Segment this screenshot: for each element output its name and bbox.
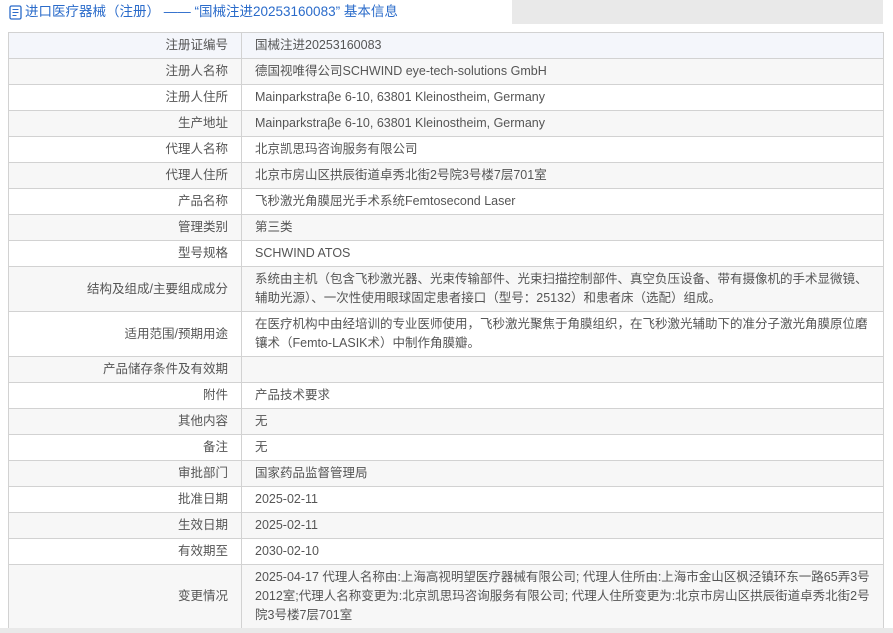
table-row: 其他内容无 <box>9 409 884 435</box>
row-value: 国家药品监督管理局 <box>242 461 884 487</box>
info-table: 注册证编号国械注进20253160083注册人名称德国视唯得公司SCHWIND … <box>8 32 884 633</box>
row-value: 在医疗机构中由经培训的专业医师使用，飞秒激光聚焦于角膜组织，在飞秒激光辅助下的准… <box>242 312 884 357</box>
table-row: 适用范围/预期用途在医疗机构中由经培训的专业医师使用，飞秒激光聚焦于角膜组织，在… <box>9 312 884 357</box>
row-value: 德国视唯得公司SCHWIND eye-tech-solutions GmbH <box>242 59 884 85</box>
row-label: 有效期至 <box>9 539 242 565</box>
row-label-text: 适用范围/预期用途 <box>125 327 228 341</box>
table-row: 代理人名称北京凯思玛咨询服务有限公司 <box>9 137 884 163</box>
row-label-text: 附件 <box>203 388 228 402</box>
row-label: 代理人名称 <box>9 137 242 163</box>
row-label: 产品储存条件及有效期 <box>9 357 242 383</box>
row-label-text: 代理人名称 <box>165 142 228 156</box>
top-right-background <box>512 0 883 24</box>
table-row: 附件产品技术要求 <box>9 383 884 409</box>
row-value: 无 <box>242 435 884 461</box>
table-row: 变更情况 2025-04-17 代理人名称由:上海高视明望医疗器械有限公司; 代理… <box>9 565 884 629</box>
row-label: 代理人住所 <box>9 163 242 189</box>
row-label: 备注 <box>9 435 242 461</box>
row-label-text: 注册证编号 <box>165 38 228 52</box>
table-row: 产品名称飞秒激光角膜屈光手术系统Femtosecond Laser <box>9 189 884 215</box>
row-label-text: 批准日期 <box>178 492 228 506</box>
row-value: 无 <box>242 409 884 435</box>
row-label: 注册人住所 <box>9 85 242 111</box>
page-title-text: 进口医疗器械（注册） —— “国械注进20253160083” 基本信息 <box>25 3 398 21</box>
row-label: 生产地址 <box>9 111 242 137</box>
row-value: 国械注进20253160083 <box>242 33 884 59</box>
bottom-edge <box>0 628 893 633</box>
row-label-text: 结构及组成/主要组成成分 <box>87 282 228 296</box>
row-label-text: 审批部门 <box>178 466 228 480</box>
row-label: 适用范围/预期用途 <box>9 312 242 357</box>
document-icon <box>9 5 22 20</box>
table-row: 注册证编号国械注进20253160083 <box>9 33 884 59</box>
row-label: 生效日期 <box>9 513 242 539</box>
row-value: SCHWIND ATOS <box>242 241 884 267</box>
row-label: 结构及组成/主要组成成分 <box>9 267 242 312</box>
table-row: 结构及组成/主要组成成分系统由主机（包含飞秒激光器、光束传输部件、光束扫描控制部… <box>9 267 884 312</box>
table-row: 注册人住所 Mainparkstraβe 6-10, 63801 Kleinost… <box>9 85 884 111</box>
row-value: 2025-02-11 <box>242 487 884 513</box>
table-row: 产品储存条件及有效期 <box>9 357 884 383</box>
row-label: 附件 <box>9 383 242 409</box>
row-label-text: 管理类别 <box>178 220 228 234</box>
table-row: 生产地址 Mainparkstraβe 6-10, 63801 Kleinosth… <box>9 111 884 137</box>
row-label-text: 产品名称 <box>178 194 228 208</box>
row-label: 批准日期 <box>9 487 242 513</box>
page-title: 进口医疗器械（注册） —— “国械注进20253160083” 基本信息 <box>9 3 398 21</box>
row-label-text: 代理人住所 <box>165 168 228 182</box>
row-value: Mainparkstraβe 6-10, 63801 Kleinostheim,… <box>242 111 884 137</box>
row-value: 北京凯思玛咨询服务有限公司 <box>242 137 884 163</box>
row-label: 注册人名称 <box>9 59 242 85</box>
row-value: 第三类 <box>242 215 884 241</box>
row-value: 2030-02-10 <box>242 539 884 565</box>
table-row: 型号规格 SCHWIND ATOS <box>9 241 884 267</box>
row-label: 产品名称 <box>9 189 242 215</box>
table-row: 管理类别第三类 <box>9 215 884 241</box>
row-value: 2025-02-11 <box>242 513 884 539</box>
row-label: 变更情况 <box>9 565 242 629</box>
row-label: 注册证编号 <box>9 33 242 59</box>
row-value: 产品技术要求 <box>242 383 884 409</box>
row-value: 2025-04-17 代理人名称由:上海高视明望医疗器械有限公司; 代理人住所由… <box>242 565 884 629</box>
row-label-text: 生产地址 <box>178 116 228 130</box>
info-table-body: 注册证编号国械注进20253160083注册人名称德国视唯得公司SCHWIND … <box>9 33 884 633</box>
row-label: 其他内容 <box>9 409 242 435</box>
row-label-text: 其他内容 <box>178 414 228 428</box>
table-row: 代理人住所北京市房山区拱辰街道卓秀北街2号院3号楼7层701室 <box>9 163 884 189</box>
page: 进口医疗器械（注册） —— “国械注进20253160083” 基本信息 注册证… <box>0 0 893 633</box>
table-row: 有效期至 2030-02-10 <box>9 539 884 565</box>
table-row: 注册人名称德国视唯得公司SCHWIND eye-tech-solutions G… <box>9 59 884 85</box>
row-label-text: 型号规格 <box>178 246 228 260</box>
row-value: 北京市房山区拱辰街道卓秀北街2号院3号楼7层701室 <box>242 163 884 189</box>
table-row: 备注无 <box>9 435 884 461</box>
table-row: 批准日期 2025-02-11 <box>9 487 884 513</box>
row-label-text: 注册人名称 <box>165 64 228 78</box>
row-label-text: 产品储存条件及有效期 <box>103 362 228 376</box>
row-label-text: 备注 <box>203 440 228 454</box>
row-label: 审批部门 <box>9 461 242 487</box>
row-value: 系统由主机（包含飞秒激光器、光束传输部件、光束扫描控制部件、真空负压设备、带有摄… <box>242 267 884 312</box>
row-value <box>242 357 884 383</box>
row-label-text: 变更情况 <box>178 589 228 603</box>
table-row: 审批部门国家药品监督管理局 <box>9 461 884 487</box>
row-value: 飞秒激光角膜屈光手术系统Femtosecond Laser <box>242 189 884 215</box>
row-label-text: 注册人住所 <box>165 90 228 104</box>
row-label: 型号规格 <box>9 241 242 267</box>
row-label-text: 生效日期 <box>178 518 228 532</box>
row-value: Mainparkstraβe 6-10, 63801 Kleinostheim,… <box>242 85 884 111</box>
row-label: 管理类别 <box>9 215 242 241</box>
table-row: 生效日期 2025-02-11 <box>9 513 884 539</box>
row-label-text: 有效期至 <box>178 544 228 558</box>
